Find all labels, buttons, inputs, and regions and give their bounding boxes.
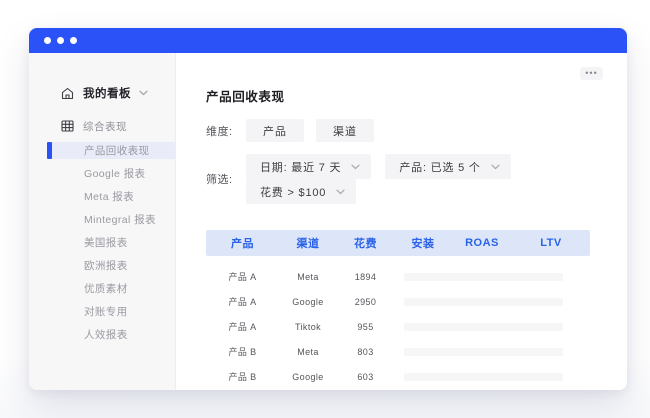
- sidebar-item-label: 产品回收表现: [84, 145, 150, 157]
- page-canvas: 我的看板 综合表现 产品回收表现 Google 报表 Meta 报表 Minte…: [0, 0, 650, 418]
- sidebar-item-label: 人效报表: [84, 329, 128, 341]
- cell-channel: Meta: [297, 271, 319, 282]
- sidebar-list: 产品回收表现 Google 报表 Meta 报表 Mintegral 报表 美国…: [29, 139, 175, 346]
- cell-product: 产品 B: [228, 372, 257, 382]
- sidebar-item-label: Mintegral 报表: [84, 214, 156, 226]
- sidebar-item-overview[interactable]: 综合表现: [61, 116, 175, 136]
- placeholder-bar: [404, 297, 563, 306]
- window-control-dot[interactable]: [70, 37, 77, 44]
- dimension-chips: 产品 渠道: [246, 119, 386, 142]
- sidebar-group-label: 综合表现: [83, 120, 127, 133]
- app-window: 我的看板 综合表现 产品回收表现 Google 报表 Meta 报表 Minte…: [29, 28, 627, 390]
- cell-channel: Google: [292, 296, 324, 307]
- sidebar-item-label: 欧洲报表: [84, 260, 128, 272]
- filter-label: 筛选:: [206, 174, 233, 186]
- cell-product: 产品 A: [228, 272, 257, 282]
- sidebar: 我的看板 综合表现 产品回收表现 Google 报表 Meta 报表 Minte…: [29, 53, 176, 390]
- sidebar-item-label: 美国报表: [84, 237, 128, 249]
- table-header-cell: ROAS: [465, 237, 499, 249]
- sidebar-item[interactable]: 欧洲报表: [29, 254, 175, 277]
- table-header-cell: 产品: [231, 238, 254, 250]
- cell-product: 产品 A: [228, 322, 257, 332]
- placeholder-bar: [404, 347, 563, 356]
- cell-spend: 803: [357, 346, 374, 357]
- filter-dropdown-label: 日期: 最近 7 天: [260, 161, 342, 174]
- window-titlebar: [29, 28, 627, 53]
- sidebar-item-label: 对账专用: [84, 306, 128, 318]
- table-header-cell: LTV: [540, 237, 562, 249]
- table-row: 产品 B Meta 803: [206, 339, 590, 364]
- sidebar-item[interactable]: 对账专用: [29, 300, 175, 323]
- placeholder-bar: [404, 272, 563, 281]
- table-row: 产品 A Google 2950: [206, 289, 590, 314]
- table-header-cell: 安装: [411, 238, 435, 250]
- grid-icon: [61, 120, 74, 132]
- page-title: 产品回收表现: [206, 90, 285, 104]
- data-table: 产品 渠道 花费 安装 ROAS LTV 产品 A Meta 1894 产品 A Goog…: [206, 230, 590, 390]
- cell-product: 产品 A: [228, 297, 257, 307]
- dimension-chip[interactable]: 渠道: [316, 119, 374, 142]
- window-control-dot[interactable]: [44, 37, 51, 44]
- cell-spend: 955: [357, 321, 374, 332]
- more-button[interactable]: •••: [580, 67, 603, 80]
- table-header-cell: 渠道: [296, 238, 320, 250]
- placeholder-bar: [404, 372, 563, 381]
- table-row: 产品 B Google 603: [206, 364, 590, 389]
- table-row: 产品 A Meta 1894: [206, 264, 590, 289]
- sidebar-header-my-dashboard[interactable]: 我的看板: [61, 83, 175, 103]
- filter-dropdowns: 日期: 最近 7 天 产品: 已选 5 个 花费 > $100: [246, 154, 603, 204]
- sidebar-item-label: Meta 报表: [84, 191, 135, 203]
- filter-dropdown[interactable]: 花费 > $100: [246, 179, 357, 204]
- window-control-dot[interactable]: [57, 37, 64, 44]
- table-header-cell: 花费: [354, 238, 377, 250]
- cell-spend: 2950: [354, 296, 377, 307]
- table-header-row: 产品 渠道 花费 安装 ROAS LTV: [206, 230, 590, 256]
- sidebar-item[interactable]: 优质素材: [29, 277, 175, 300]
- home-icon: [61, 87, 74, 100]
- cell-product: 产品 B: [228, 347, 257, 357]
- chevron-down-icon: [351, 164, 360, 170]
- placeholder-bar: [404, 322, 563, 331]
- filter-dropdown-label: 花费 > $100: [260, 186, 327, 199]
- chevron-down-icon: [491, 164, 500, 170]
- cell-channel: Google: [292, 371, 324, 382]
- sidebar-item[interactable]: Mintegral 报表: [29, 208, 175, 231]
- cell-channel: Tiktok: [294, 321, 322, 332]
- sidebar-item[interactable]: 产品回收表现: [29, 139, 175, 162]
- sidebar-item-label: Google 报表: [84, 168, 146, 180]
- main-panel: ••• 产品回收表现 维度: 产品 渠道 筛选: 日期: 最近 7 天 产品: 已…: [176, 53, 627, 390]
- cell-spend: 603: [357, 371, 374, 382]
- sidebar-header-label: 我的看板: [83, 88, 131, 100]
- sidebar-item[interactable]: 美国报表: [29, 231, 175, 254]
- dimension-row: 维度: 产品 渠道: [206, 119, 603, 142]
- chevron-down-icon: [336, 189, 345, 195]
- table-row: 产品 A Tiktok 955: [206, 314, 590, 339]
- sidebar-item[interactable]: Meta 报表: [29, 185, 175, 208]
- cell-channel: Meta: [297, 346, 319, 357]
- sidebar-item-label: 优质素材: [84, 283, 128, 295]
- cell-spend: 1894: [354, 271, 377, 282]
- filter-dropdown[interactable]: 日期: 最近 7 天: [246, 154, 372, 179]
- dimension-label: 维度:: [206, 125, 233, 138]
- window-body: 我的看板 综合表现 产品回收表现 Google 报表 Meta 报表 Minte…: [29, 53, 627, 390]
- dimension-chip[interactable]: 产品: [246, 119, 304, 142]
- filter-dropdown-label: 产品: 已选 5 个: [399, 161, 481, 174]
- chevron-down-icon: [139, 90, 148, 96]
- filter-row: 筛选: 日期: 最近 7 天 产品: 已选 5 个 花费 > $100: [206, 154, 603, 204]
- filter-dropdown[interactable]: 产品: 已选 5 个: [385, 154, 511, 179]
- sidebar-item[interactable]: 人效报表: [29, 323, 175, 346]
- sidebar-item[interactable]: Google 报表: [29, 162, 175, 185]
- table-body: 产品 A Meta 1894 产品 A Google 2950 产品 A Tik…: [206, 264, 590, 390]
